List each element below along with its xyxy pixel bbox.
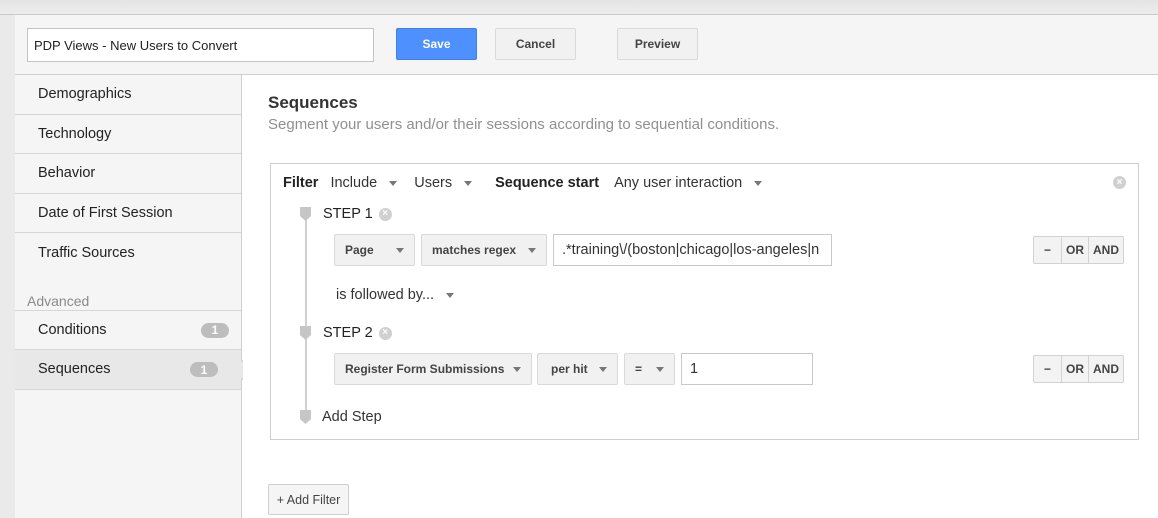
- segment-header: Save Cancel Preview: [15, 15, 1158, 75]
- page-subtitle: Segment your users and/or their sessions…: [268, 116, 780, 133]
- sequence-start-label: Sequence start: [495, 175, 600, 191]
- step-marker-icon: [300, 326, 311, 340]
- include-value: Include: [330, 175, 378, 191]
- sidebar-item-label: Date of First Session: [38, 204, 173, 221]
- step-1-value-input[interactable]: [553, 234, 832, 266]
- scope-dropdown[interactable]: Users: [414, 175, 473, 191]
- step-2-logic-buttons: − OR AND: [1033, 355, 1124, 383]
- chevron-down-icon: [396, 247, 404, 253]
- followed-by-dropdown[interactable]: is followed by...: [336, 287, 455, 303]
- save-button[interactable]: Save: [396, 28, 477, 60]
- dropdown-value: per hit: [551, 362, 588, 376]
- chevron-down-icon: [656, 366, 664, 372]
- add-step-link[interactable]: Add Step: [322, 409, 382, 425]
- step-label: STEP 2: [323, 325, 373, 341]
- top-strip: [0, 0, 1158, 15]
- dropdown-value: =: [635, 362, 643, 376]
- chevron-down-icon: [464, 180, 473, 186]
- step-2-scope-dropdown[interactable]: per hit: [537, 353, 618, 385]
- close-circle-icon[interactable]: ×: [1113, 176, 1126, 189]
- step-1-logic-buttons: − OR AND: [1033, 236, 1124, 264]
- sidebar-item-technology[interactable]: Technology: [15, 115, 241, 154]
- sequence-filter: Filter Include Users Sequence start Any …: [270, 163, 1139, 440]
- scope-value: Users: [414, 175, 453, 191]
- sequence-timeline: [305, 208, 307, 423]
- sidebar-item-label: Traffic Sources: [38, 244, 135, 261]
- chevron-down-icon: [599, 366, 607, 372]
- step-2-metric-dropdown[interactable]: Register Form Submissions: [334, 353, 532, 385]
- or-button[interactable]: OR: [1061, 237, 1088, 263]
- chevron-down-icon: [754, 180, 763, 186]
- chevron-down-icon: [513, 366, 521, 372]
- step-1-operator-dropdown[interactable]: matches regex: [421, 234, 547, 266]
- step-1-header: STEP 1 ×: [323, 206, 392, 222]
- sidebar-item-label: Technology: [38, 125, 112, 142]
- sidebar-item-behavior[interactable]: Behavior: [15, 154, 241, 194]
- filter-label: Filter: [283, 175, 319, 191]
- remove-step-icon[interactable]: ×: [378, 326, 392, 340]
- sidebar-item-label: Behavior: [38, 165, 96, 182]
- cancel-button[interactable]: Cancel: [495, 28, 576, 60]
- segment-editor: Save Cancel Preview Demographics Technol…: [15, 15, 1158, 518]
- sidebar-item-conditions[interactable]: Conditions 1: [15, 311, 241, 350]
- followed-by-value: is followed by...: [336, 287, 435, 303]
- filter-header-row: Filter Include Users Sequence start Any …: [283, 173, 763, 193]
- sidebar-item-traffic-sources[interactable]: Traffic Sources: [15, 233, 241, 273]
- sidebar-item-date-of-first-session[interactable]: Date of First Session: [15, 194, 241, 233]
- page-title: Sequences: [268, 93, 358, 112]
- step-label: STEP 1: [323, 206, 373, 222]
- chevron-down-icon: [528, 247, 536, 253]
- step-1-dimension-dropdown[interactable]: Page: [334, 234, 415, 266]
- count-badge: 1: [190, 362, 218, 377]
- count-badge: 1: [201, 322, 229, 338]
- sidebar-section-advanced: Advanced: [15, 273, 241, 311]
- remove-step-icon[interactable]: ×: [378, 207, 392, 221]
- step-marker-icon: [300, 207, 311, 221]
- chevron-down-icon: [389, 180, 398, 186]
- preview-button[interactable]: Preview: [617, 28, 698, 60]
- step-marker-icon: [300, 410, 311, 424]
- sidebar: Demographics Technology Behavior Date of…: [15, 75, 253, 518]
- sidebar-item-label: Conditions: [38, 321, 107, 338]
- step-2-operator-dropdown[interactable]: =: [624, 353, 675, 385]
- sequence-start-dropdown[interactable]: Any user interaction: [614, 175, 763, 191]
- dropdown-value: matches regex: [432, 243, 517, 257]
- remove-condition-button[interactable]: −: [1034, 237, 1061, 263]
- and-button[interactable]: AND: [1088, 356, 1123, 382]
- or-button[interactable]: OR: [1061, 356, 1088, 382]
- sidebar-item-demographics[interactable]: Demographics: [15, 75, 241, 115]
- main-panel: Sequences Segment your users and/or thei…: [243, 75, 1158, 518]
- add-filter-button[interactable]: + Add Filter: [268, 484, 349, 515]
- step-2-value-input[interactable]: [681, 353, 813, 385]
- step-2-header: STEP 2 ×: [323, 325, 392, 341]
- segment-name-input[interactable]: [27, 28, 374, 62]
- remove-condition-button[interactable]: −: [1034, 356, 1061, 382]
- dropdown-value: Page: [345, 243, 374, 257]
- and-button[interactable]: AND: [1088, 237, 1123, 263]
- include-dropdown[interactable]: Include: [330, 175, 398, 191]
- dropdown-value: Register Form Submissions: [345, 362, 505, 376]
- sidebar-item-sequences[interactable]: Sequences 1: [15, 350, 253, 390]
- sequence-start-value: Any user interaction: [614, 175, 743, 191]
- sidebar-item-label: Sequences: [38, 361, 111, 378]
- sidebar-item-label: Demographics: [38, 86, 132, 103]
- chevron-down-icon: [446, 292, 455, 298]
